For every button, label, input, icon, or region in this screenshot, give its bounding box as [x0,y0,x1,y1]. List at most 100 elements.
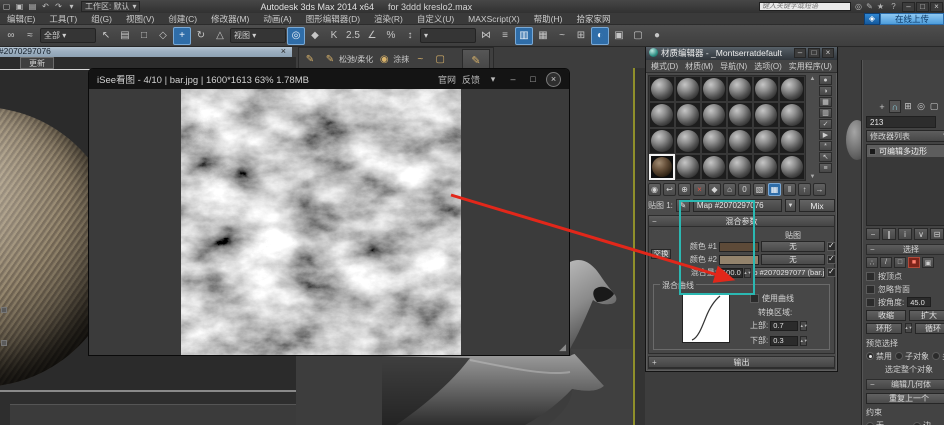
resize-grip-icon[interactable]: ◢ [559,342,566,353]
color1-swatch[interactable] [719,242,759,252]
command-panel-tab[interactable]: ◎ [915,100,927,113]
window-control-button[interactable]: – [902,2,915,12]
subobject-button[interactable]: □ [894,257,906,268]
modifier-stack-item[interactable]: 可编辑多边形 [867,145,944,157]
material-tool-button[interactable]: ◆ [708,183,721,196]
maximize-button[interactable]: □ [526,73,540,85]
feedback-link[interactable]: 反馈 [462,73,480,86]
radio-button[interactable] [932,352,940,360]
toolbar-button[interactable]: ◇ [154,27,172,45]
toolbar-button[interactable]: ~ [553,27,571,45]
menu-item[interactable]: 选项(O) [754,61,782,72]
menu-item[interactable]: 创建(C) [161,13,204,25]
repeat-last-button[interactable]: 重复上一个 [866,393,944,404]
side-tool-button[interactable]: ◑ [819,86,832,96]
object-name-field[interactable]: 213 [866,116,936,128]
toolbar-button[interactable]: ● [648,27,666,45]
subobject-button[interactable]: ∴ [866,257,878,268]
scroll-up-icon[interactable]: ▲ [810,76,816,82]
spinner-control[interactable]: ▲▼ [905,323,912,333]
toolbar-button[interactable]: ↖ [97,27,115,45]
material-tool-button[interactable]: ↩ [663,183,676,196]
menu-item[interactable]: 工具(T) [42,13,84,25]
material-sample-slot[interactable] [701,154,727,180]
brush-tool[interactable]: ◉ 涂抹 [377,52,409,66]
material-sample-slot[interactable] [753,128,779,154]
material-sample-slot[interactable] [649,128,675,154]
subobject-button[interactable]: / [880,257,892,268]
titlebar-icon[interactable]: ◎ [853,2,864,12]
menu-item[interactable]: 渲染(R) [367,13,410,25]
toolbar-button[interactable]: ▦ [534,27,552,45]
mix-amount-field[interactable]: 100.0 [719,268,743,278]
quick-access-icon[interactable]: ▢ [0,1,13,12]
window-control-button[interactable]: × [930,2,943,12]
menu-item[interactable]: 导航(N) [720,61,747,72]
toolbar-button[interactable]: ◎ [287,27,305,45]
material-sample-slot[interactable] [701,76,727,102]
color1-map-checkbox[interactable] [827,242,836,251]
spinner-control[interactable]: ▲▼ [744,268,751,278]
material-sample-slot[interactable] [727,102,753,128]
toolbar-button[interactable]: ▥ [515,27,533,45]
side-tool-button[interactable]: ✓ [819,119,832,129]
slot-scrollbar[interactable]: ▲ ▼ [808,75,817,181]
side-tool-button[interactable]: ≡ [819,163,832,173]
quick-access-icon[interactable]: ▤ [26,1,39,12]
menu-item[interactable]: 组(G) [84,13,119,25]
window-control-button[interactable]: □ [808,48,820,58]
subobject-button[interactable]: ■ [908,257,920,268]
window-control-button[interactable]: – [794,48,806,58]
rollout-header[interactable]: 混合参数 [649,216,834,227]
pick-material-eyedropper-icon[interactable]: ✎ [676,199,690,212]
material-tool-button[interactable]: → [813,183,826,196]
menu-item[interactable]: 帮助(H) [527,13,570,25]
menu-item[interactable]: 模式(D) [651,61,678,72]
material-tool-button[interactable]: ↑ [798,183,811,196]
material-sample-slot[interactable] [753,76,779,102]
isee-canvas[interactable]: ◢ [89,89,569,355]
material-sample-slot[interactable] [675,128,701,154]
menu-item[interactable]: 拾家家网 [569,13,617,25]
menu-item[interactable]: 编辑(E) [0,13,42,25]
spinner-control[interactable]: ▲▼ [800,336,807,346]
lower-zone-field[interactable]: 0.3 [770,336,798,346]
menu-item[interactable]: 自定义(U) [410,13,461,25]
material-sample-slot[interactable] [649,102,675,128]
stack-tool-button[interactable]: i [898,228,912,240]
material-tool-button[interactable]: ▦ [768,183,781,196]
quick-access-icon[interactable]: ▾ [65,1,78,12]
material-editor-window[interactable]: 材质编辑器 - _Montserratdefault –□× 模式(D)材质(M… [645,44,838,372]
toolbar-button[interactable]: ∞ [2,27,20,45]
side-tool-button[interactable]: ▦ [819,97,832,107]
grow-button[interactable]: 扩大 [909,310,944,321]
isee-titlebar[interactable]: iSee看图 - 4/10 | bar.jpg | 1600*1613 63% … [89,69,569,89]
menu-item[interactable]: MAXScript(X) [461,13,526,25]
swap-button[interactable]: 交换 [651,249,671,259]
toolbar-button[interactable]: ∠ [363,27,381,45]
stack-tool-button[interactable]: ∥ [882,228,896,240]
ignore-backfacing-checkbox[interactable] [866,285,875,294]
material-sample-slot[interactable] [753,102,779,128]
material-sample-slot[interactable] [649,154,675,180]
shrink-button[interactable]: 收缩 [866,310,906,321]
side-tool-button[interactable]: ● [819,75,832,85]
material-sample-slot[interactable] [649,76,675,102]
stack-tool-button[interactable]: ∨ [914,228,928,240]
upload-service-icon[interactable]: ◈ [864,13,880,25]
toolbar-button[interactable]: ▤ [116,27,134,45]
by-angle-checkbox[interactable] [866,298,875,307]
toolbar-button[interactable]: K [325,27,343,45]
ring-button[interactable]: 环形 [866,323,902,334]
toolbar-button[interactable]: ▾ [420,28,476,43]
material-tool-button[interactable]: ▧ [753,183,766,196]
color2-map-button[interactable]: 无 [761,254,825,265]
radio-button[interactable] [895,352,903,360]
material-name-dropdown[interactable]: Map #2070297076 [693,199,782,212]
rollout-header[interactable]: 输出 [649,357,834,368]
toolbar-button[interactable]: ◐ [591,27,609,45]
menu-item[interactable]: 图形编辑器(D) [299,13,367,25]
toolbar-button[interactable]: 2.5 [344,27,362,45]
quick-access-icon[interactable]: ▣ [13,1,26,12]
online-upload-button[interactable]: 在线上传 [880,13,944,25]
